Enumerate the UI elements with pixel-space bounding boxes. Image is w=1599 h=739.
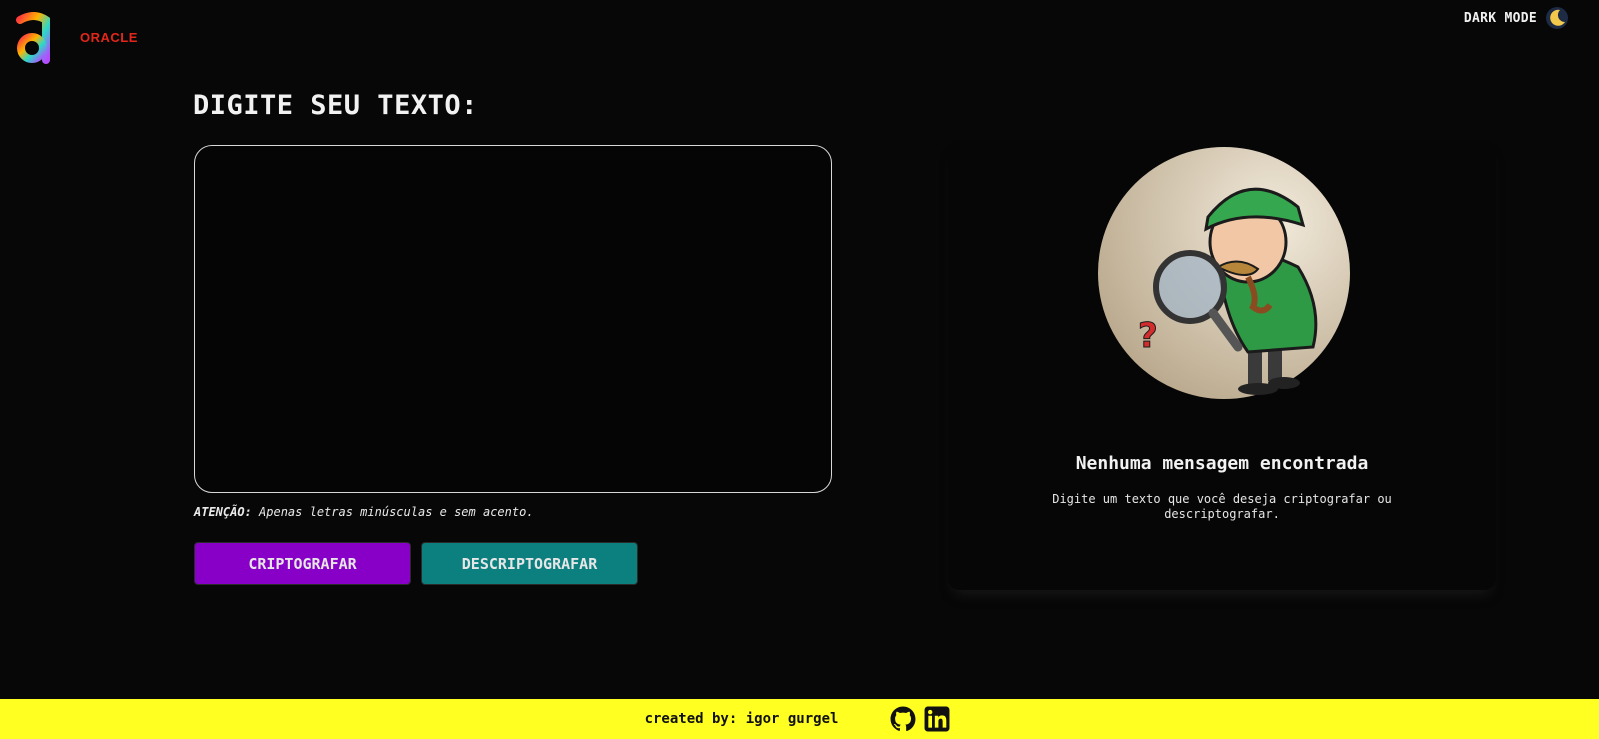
encrypt-button[interactable]: CRIPTOGRAFAR: [194, 542, 411, 585]
text-input[interactable]: [194, 145, 832, 493]
page-title: DIGITE SEU TEXTO:: [193, 90, 478, 121]
footer: created by: igor gurgel: [0, 699, 1599, 739]
linkedin-icon[interactable]: [924, 706, 950, 732]
result-description: Digite um texto que você deseja criptogr…: [1052, 492, 1392, 521]
dark-mode-toggle[interactable]: DARK MODE: [1464, 6, 1569, 30]
alura-logo-icon: [16, 12, 50, 64]
dark-mode-label: DARK MODE: [1463, 10, 1537, 26]
warning-text: Apenas letras minúsculas e sem acento.: [251, 505, 534, 519]
oracle-logo: ORACLE: [80, 30, 138, 45]
input-warning: ATENÇÃO: Apenas letras minúsculas e sem …: [194, 505, 534, 519]
svg-text:?: ?: [1138, 316, 1158, 356]
github-icon[interactable]: [890, 706, 916, 732]
warning-label: ATENÇÃO:: [194, 505, 252, 519]
moon-icon[interactable]: [1545, 6, 1569, 30]
decrypt-button[interactable]: DESCRIPTOGRAFAR: [421, 542, 638, 585]
detective-magnifier-illustration: ?: [1098, 147, 1350, 399]
result-title: Nenhuma mensagem encontrada: [1075, 453, 1369, 474]
footer-credit: created by: igor gurgel: [644, 711, 839, 727]
